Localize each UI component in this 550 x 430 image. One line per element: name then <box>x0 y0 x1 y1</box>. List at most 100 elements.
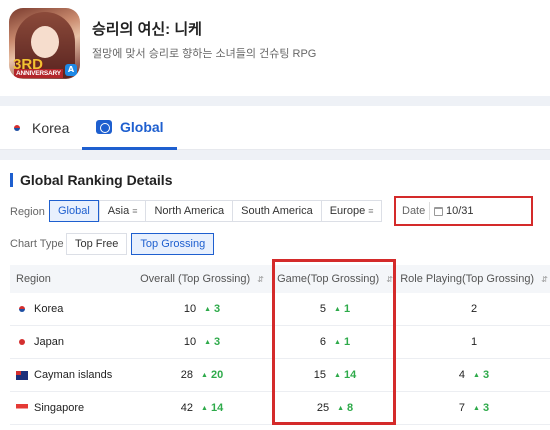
tab-korea[interactable]: Korea <box>10 106 69 150</box>
region-name: Singapore <box>34 402 85 414</box>
japan-flag-icon <box>16 337 28 347</box>
column-header-overall-label: Overall (Top Grossing) <box>140 273 251 285</box>
arrow-up-icon: ▲ <box>334 338 341 346</box>
cayman-flag-icon <box>16 370 28 380</box>
rpg-rank: 1 <box>470 336 478 348</box>
rank-change-up: ▲ 3 <box>204 336 220 348</box>
app-subtitle: 절망에 맞서 승리로 향하는 소녀들의 건슈팅 RPG <box>92 48 317 60</box>
region-option-south-america[interactable]: South America <box>232 201 321 221</box>
region-option-europe[interactable]: Europe ≡ <box>320 201 382 221</box>
date-filter: Date 10/31 <box>394 196 533 226</box>
tab-korea-label: Korea <box>32 120 70 136</box>
column-header-overall[interactable]: Overall (Top Grossing) ⇵ <box>132 273 272 285</box>
region-name: Cayman islands <box>34 369 113 381</box>
overall-rank: 28 <box>180 369 194 381</box>
arrow-up-icon: ▲ <box>204 305 212 313</box>
date-picker[interactable]: 10/31 <box>434 204 474 218</box>
game-rank: 15 <box>313 369 327 381</box>
rank-change-up: ▲ 8 <box>337 402 353 414</box>
app-title: 승리의 여신: 니케 <box>92 21 202 38</box>
rank-change-value: 3 <box>214 303 221 315</box>
region-option-north-america[interactable]: North America <box>145 201 232 221</box>
rank-change-value: 14 <box>210 402 224 414</box>
region-label: Region <box>10 206 45 218</box>
rank-change-value: 3 <box>482 369 490 381</box>
region-selector: Global Asia ≡ North America South Americ… <box>49 200 383 222</box>
arrow-up-icon: ▲ <box>201 404 208 412</box>
sort-icon: ⇵ <box>386 274 393 284</box>
calendar-icon <box>434 206 443 216</box>
rank-change-up: ▲ 3 <box>473 402 489 414</box>
tab-global[interactable]: Global <box>82 106 177 150</box>
rank-change-up: ▲ 20 <box>201 369 223 381</box>
country-tabs: Korea Global <box>0 106 550 150</box>
column-header-role-playing-label: Role Playing(Top Grossing) <box>400 273 535 285</box>
anniversary-badge: 3RD ANNIVERSARY <box>11 56 63 78</box>
rank-change-value: 3 <box>214 336 221 348</box>
arrow-up-icon: ▲ <box>337 404 345 412</box>
table-row: Korea 10 ▲ 3 5 ▲ 1 2 <box>10 293 550 326</box>
app-icon: 3RD ANNIVERSARY A <box>9 8 80 79</box>
column-header-game[interactable]: Game(Top Grossing) ⇵ <box>272 273 398 285</box>
region-option-asia-label: Asia <box>107 205 130 217</box>
rank-change-value: 1 <box>343 336 351 348</box>
table-row: Japan 10 ▲ 3 6 ▲ 1 1 <box>10 326 550 359</box>
arrow-up-icon: ▲ <box>473 371 480 379</box>
rank-change-value: 1 <box>343 303 351 315</box>
arrow-up-icon: ▲ <box>334 371 341 379</box>
character-face <box>31 26 59 58</box>
region-name: Japan <box>34 336 64 348</box>
sort-icon: ⇵ <box>257 274 264 284</box>
table-header: Region Overall (Top Grossing) ⇵ Game(Top … <box>10 265 550 293</box>
globe-icon <box>96 119 112 134</box>
overall-rank: 10 <box>183 336 197 348</box>
rank-change-value: 3 <box>482 402 490 414</box>
arrow-up-icon: ▲ <box>334 305 341 313</box>
region-option-global[interactable]: Global <box>49 200 99 222</box>
rank-change-value: 8 <box>347 402 354 414</box>
menu-icon: ≡ <box>368 206 374 216</box>
section-title: Global Ranking Details <box>10 173 172 187</box>
rank-change-value: 14 <box>343 369 357 381</box>
date-value: 10/31 <box>446 205 474 217</box>
chart-type-label: Chart Type <box>10 238 64 250</box>
date-label: Date <box>402 205 426 217</box>
singapore-flag-icon <box>16 403 28 413</box>
column-header-region-label: Region <box>16 273 51 285</box>
date-divider <box>429 202 430 220</box>
rank-change-up: ▲ 14 <box>201 402 223 414</box>
rpg-rank: 4 <box>458 369 466 381</box>
region-option-asia[interactable]: Asia ≡ <box>98 201 146 221</box>
anniversary-text: ANNIVERSARY <box>14 69 63 78</box>
menu-icon: ≡ <box>132 206 138 216</box>
table-row: Cayman islands 28 ▲ 20 15 ▲ 14 4 ▲ 3 <box>10 359 550 392</box>
rpg-rank: 2 <box>470 303 478 315</box>
table-row: Singapore 42 ▲ 14 25 ▲ 8 7 ▲ 3 <box>10 392 550 425</box>
chart-type-top-free[interactable]: Top Free <box>66 233 128 255</box>
column-header-region: Region <box>10 273 132 285</box>
app-header: 3RD ANNIVERSARY A 승리의 여신: 니케 절망에 맞서 승리로 … <box>0 0 550 96</box>
rank-change-value: 20 <box>210 369 224 381</box>
column-header-role-playing[interactable]: Role Playing(Top Grossing) ⇵ <box>398 273 550 285</box>
rank-change-up: ▲ 3 <box>473 369 489 381</box>
tab-global-label: Global <box>120 118 164 135</box>
rpg-rank: 7 <box>458 402 466 414</box>
game-rank: 6 <box>319 336 327 348</box>
arrow-up-icon: ▲ <box>473 404 480 412</box>
game-rank: 5 <box>319 303 327 315</box>
overall-rank: 10 <box>183 303 197 315</box>
region-name: Korea <box>34 303 64 315</box>
ranking-panel: Global Ranking Details Region Global Asi… <box>0 160 550 430</box>
korea-flag-icon <box>10 123 24 133</box>
sort-icon: ⇵ <box>541 274 548 284</box>
chart-type-top-grossing[interactable]: Top Grossing <box>131 233 215 255</box>
rank-change-up: ▲ 1 <box>334 303 350 315</box>
arrow-up-icon: ▲ <box>204 338 212 346</box>
rank-change-up: ▲ 14 <box>334 369 356 381</box>
column-header-game-label: Game(Top Grossing) <box>277 273 380 285</box>
chart-type-selector: Top Free Top Grossing <box>66 233 215 255</box>
overall-rank: 42 <box>180 402 194 414</box>
arrow-up-icon: ▲ <box>201 371 208 379</box>
region-option-europe-label: Europe <box>329 205 366 217</box>
rank-change-up: ▲ 1 <box>334 336 350 348</box>
